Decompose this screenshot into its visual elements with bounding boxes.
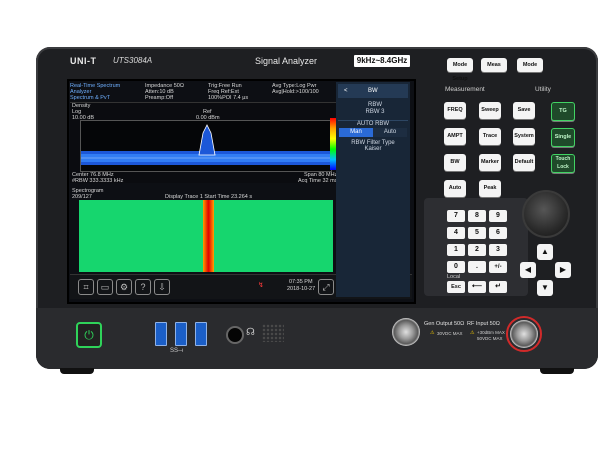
key-8[interactable]: 8 [468,210,486,222]
gen-output-connector[interactable] [392,318,420,346]
rbw-man-option[interactable]: Man [339,128,373,137]
help-icon[interactable]: ? [135,279,151,295]
mode-setup-key[interactable]: Mode Setup [447,58,473,82]
rf-input-max-dbm: +30dBm MAX [477,330,505,335]
arrow-up-key[interactable]: ▲ [537,244,553,260]
rf-input-label: RF Input 50Ω [467,321,500,327]
usb-port-2[interactable] [175,322,187,346]
tg-key[interactable]: TG [551,102,575,121]
menu-back-icon[interactable]: < [344,84,348,98]
meas-key[interactable]: Meas [481,58,507,72]
local-label: Local [447,274,461,280]
bw-key[interactable]: BW [444,154,466,171]
key-2[interactable]: 2 [468,244,486,256]
menu-header[interactable]: < BW [338,84,408,98]
peak-key[interactable]: Peak [479,180,501,197]
speaker-grille [262,324,284,342]
brand-logo: UNI-T [70,56,97,66]
signal-icon: ↯ [258,282,264,289]
freq-key[interactable]: FREQ [444,102,466,119]
touch-lock-key[interactable]: Touch Lock [551,154,575,173]
measure-icon[interactable]: ⌗ [78,279,94,295]
single-key[interactable]: Single [551,128,575,147]
preamp-text: Preamp:Off [145,95,174,101]
save-icon[interactable]: ⇩ [154,279,170,295]
warning-icon: ⚠ [430,330,435,336]
backspace-key[interactable]: ⟵ [468,281,486,293]
gen-output-label: Gen Output 50Ω [424,321,465,327]
menu-rbw-item[interactable]: RBW RBW 3 [338,100,408,121]
rotary-knob[interactable] [522,190,570,238]
avg-hold-text: Avg|Hold:>100/100 [272,89,319,95]
spectrum-trace [81,124,331,165]
rbw-auto-option[interactable]: Auto [373,128,407,137]
rf-input-max-vdc: 50VDC MAX [477,336,503,341]
sweep-key[interactable]: Sweep [479,102,501,119]
key-7[interactable]: 7 [447,210,465,222]
rbw-filter-type-value[interactable]: Kaiser [338,146,408,152]
headphone-icon: ☊ [246,327,255,338]
marker-key[interactable]: Marker [479,154,501,171]
usb-icon: SS⟞ [170,348,183,354]
poi-text: 100%POI 7.4 μs [208,95,249,101]
key-decimal[interactable]: . [468,261,486,273]
usb-port-3[interactable] [195,322,207,346]
key-sign[interactable]: +/- [489,261,507,273]
spectrum-trace-window[interactable] [80,120,332,172]
save-key[interactable]: Save [513,102,535,119]
utility-section-title: Utility [535,86,551,93]
rf-warning-icon: ⚠ [470,330,475,336]
ampt-key[interactable]: AMPT [444,128,466,145]
headphone-jack[interactable] [226,326,244,344]
folder-icon[interactable]: ▭ [97,279,113,295]
key-6[interactable]: 6 [489,227,507,239]
spectrogram-signal-band [203,200,214,272]
acq-time-readout: Acq Time 32 ms [298,178,338,184]
clock-time: 07:35 PM [289,279,313,285]
key-0[interactable]: 0 [447,261,465,273]
trace-key[interactable]: Trace [479,128,501,145]
key-3[interactable]: 3 [489,244,507,256]
power-button[interactable]: ⏻ [76,322,102,348]
key-4[interactable]: 4 [447,227,465,239]
key-9[interactable]: 9 [489,210,507,222]
esc-key[interactable]: Esc [447,281,465,293]
rbw-label: RBW [368,102,382,108]
rf-input-connector[interactable] [510,320,538,348]
frequency-range-badge: 9kHz~8.4GHz [354,55,410,67]
key-5[interactable]: 5 [468,227,486,239]
system-key[interactable]: System [513,128,535,145]
menu-header-label: BW [368,88,378,94]
auto-key[interactable]: Auto [444,180,466,197]
enter-key[interactable]: ↵ [489,281,507,293]
model-label: UTS3084A [113,56,153,65]
gen-output-max: 30VDC MAX [437,331,463,336]
settings-icon[interactable]: ⚙ [116,279,132,295]
auto-rbw-label: AUTO RBW [356,121,390,127]
arrow-down-key[interactable]: ▼ [537,280,553,296]
arrow-right-key[interactable]: ▶ [555,262,571,278]
foot-right [540,368,574,374]
key-1[interactable]: 1 [447,244,465,256]
rbw-readout: #RBW 333.3333 kHz [72,178,124,184]
arrow-left-key[interactable]: ◀ [520,262,536,278]
fullscreen-icon[interactable]: ⤢ [318,279,334,295]
clock-date: 2018-10-27 [287,286,316,292]
foot-left [60,368,94,374]
device-title: Signal Analyzer [255,56,318,66]
measurement-section-title: Measurement [445,86,485,93]
default-key[interactable]: Default [513,154,535,171]
rbw-value: RBW 3 [365,109,385,115]
mode-title-line3[interactable]: Spectrum & PvT [70,95,110,101]
usb-port-1[interactable] [155,322,167,346]
mode-key[interactable]: Mode [517,58,543,72]
